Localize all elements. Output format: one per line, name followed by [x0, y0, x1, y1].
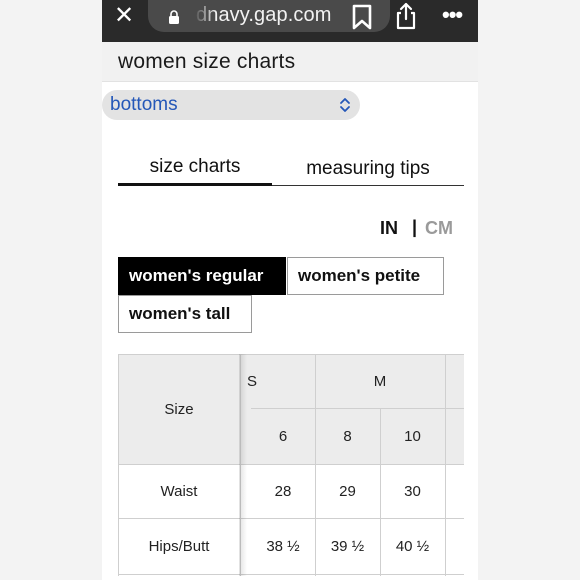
row-label-hips-butt: Hips/Butt: [148, 537, 210, 555]
phone-screen: ✕ dnavy.gap.com ••• women size charts bo…: [102, 0, 478, 580]
size-chart-table[interactable]: Size S M 6 8 10 Waist 28 29 30 Hips/Butt…: [118, 354, 464, 576]
unit-cm-toggle[interactable]: CM: [425, 218, 453, 239]
category-select-value: bottoms: [110, 94, 178, 115]
url-fade: [194, 0, 216, 32]
lock-icon: [169, 10, 179, 24]
right-margin: [478, 0, 580, 580]
tab-size-charts[interactable]: size charts: [118, 156, 272, 178]
page-title: women size charts: [118, 50, 296, 73]
fit-womens-regular-button[interactable]: women's regular: [118, 257, 286, 295]
table-cell: 30: [404, 482, 421, 500]
left-margin: [0, 0, 102, 580]
fit-womens-petite-button[interactable]: women's petite: [287, 257, 444, 295]
page-header: women size charts: [102, 42, 478, 82]
chevron-updown-icon: [340, 98, 350, 112]
table-cell: 39 ½: [330, 537, 365, 555]
sticky-column-shadow: [239, 354, 247, 576]
size-row-header: Size: [164, 400, 194, 418]
size-group-m: M: [373, 372, 387, 390]
size-number-8: 8: [343, 427, 352, 445]
category-select[interactable]: bottoms: [102, 90, 360, 120]
close-icon[interactable]: ✕: [112, 3, 136, 27]
table-cell: 29: [339, 482, 356, 500]
fit-womens-tall-button[interactable]: women's tall: [118, 295, 252, 333]
grid-line: [445, 354, 446, 576]
table-cell: 28: [274, 482, 292, 500]
size-number-10: 10: [404, 427, 421, 445]
tab-measuring-tips[interactable]: measuring tips: [272, 158, 464, 180]
table-cell: 38 ½: [266, 537, 300, 555]
url-text: dnavy.gap.com: [196, 4, 332, 26]
table-cell: 40 ½: [395, 537, 430, 555]
more-options-icon[interactable]: •••: [442, 4, 463, 26]
grid-line: [118, 574, 464, 575]
bookmark-icon[interactable]: [351, 4, 373, 30]
share-icon[interactable]: [394, 2, 418, 30]
active-tab-indicator: [118, 183, 272, 186]
unit-separator: |: [412, 217, 418, 237]
row-label-waist: Waist: [160, 482, 198, 500]
browser-toolbar: ✕ dnavy.gap.com •••: [102, 0, 478, 42]
size-number-6: 6: [278, 427, 288, 445]
unit-in-toggle[interactable]: IN: [380, 218, 398, 239]
